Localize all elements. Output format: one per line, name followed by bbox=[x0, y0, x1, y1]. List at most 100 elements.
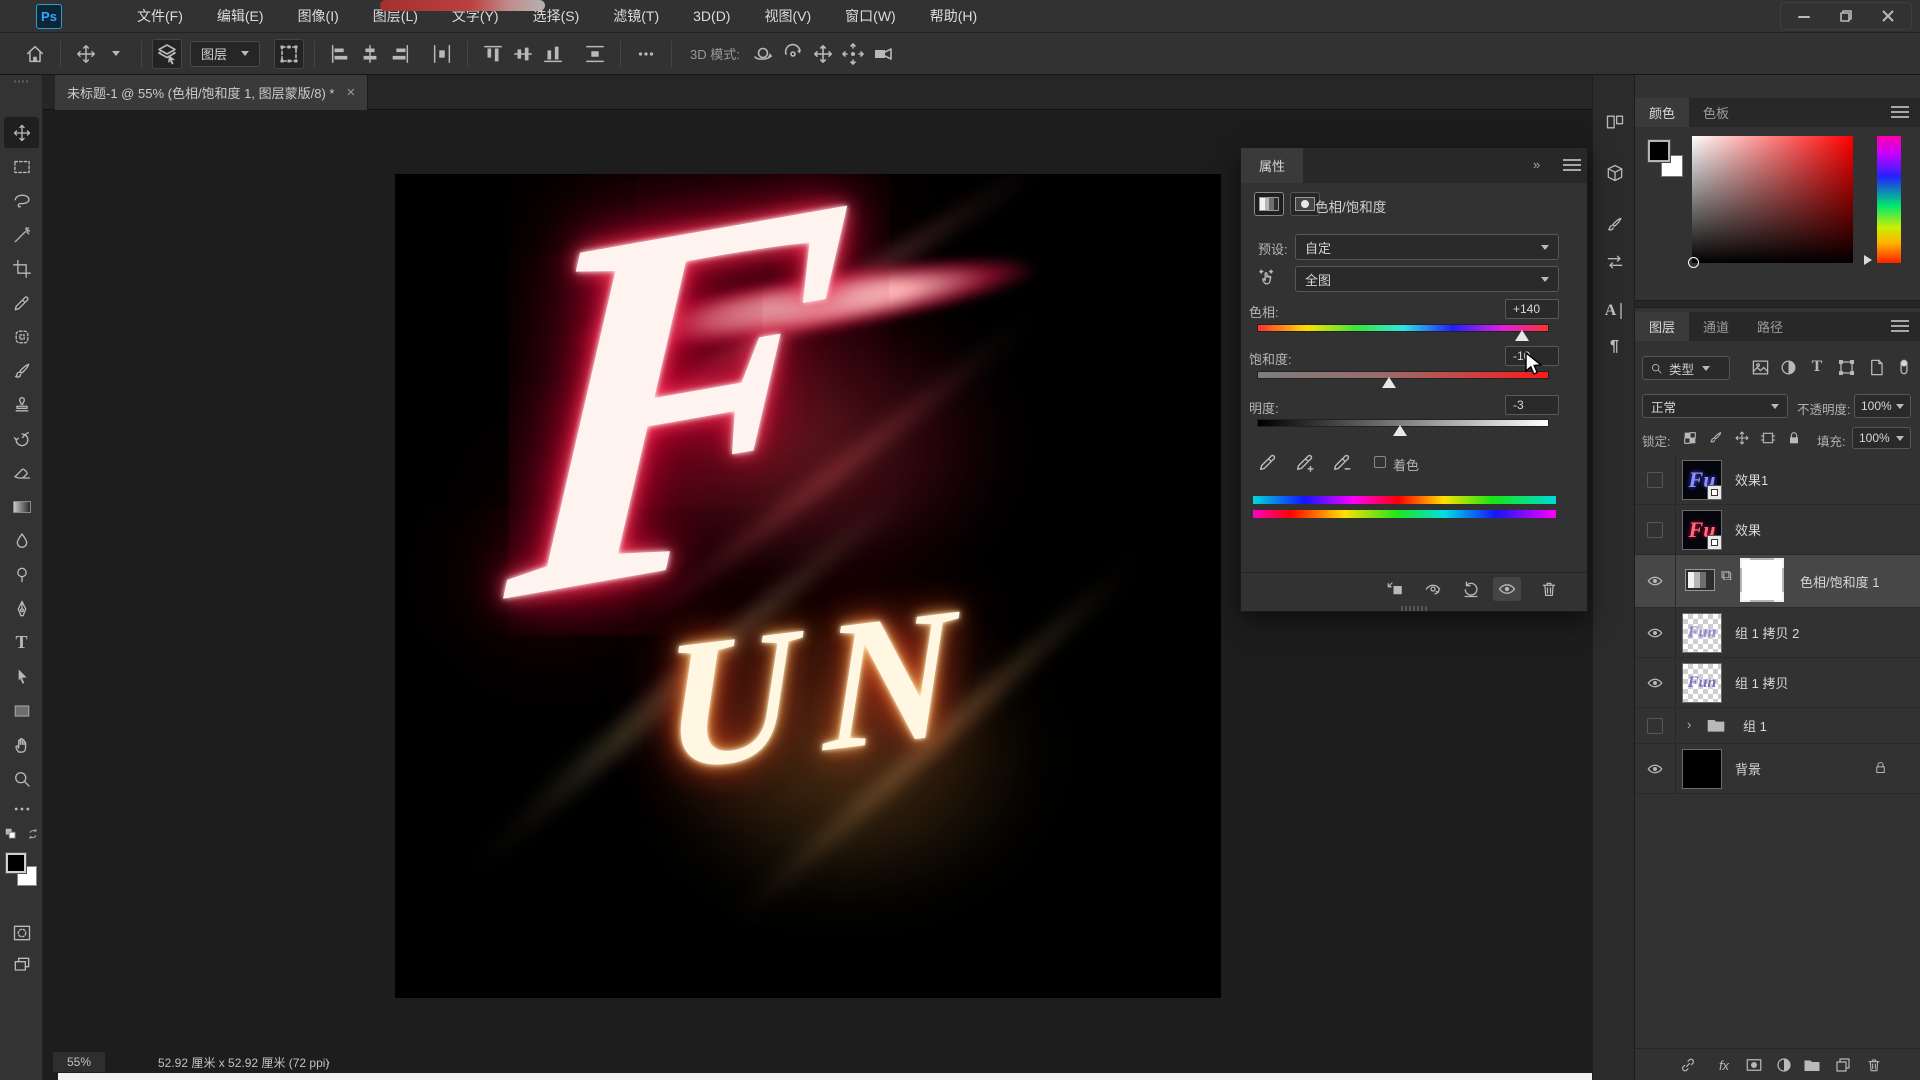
layer-row-group-1[interactable]: › 组 1 bbox=[1635, 708, 1920, 744]
align-top-edges-button[interactable] bbox=[478, 39, 508, 69]
saturation-slider[interactable] bbox=[1257, 371, 1549, 379]
align-right-edges-button[interactable] bbox=[385, 39, 415, 69]
swap-panel-icon[interactable] bbox=[1601, 248, 1628, 275]
quick-mask-mode-button[interactable] bbox=[4, 917, 39, 948]
toolbar-grip[interactable] bbox=[14, 80, 28, 84]
visibility-toggle[interactable] bbox=[1635, 744, 1676, 793]
rectangular-marquee-tool[interactable] bbox=[4, 151, 39, 182]
hand-tool[interactable] bbox=[4, 729, 39, 760]
tab-channels[interactable]: 通道 bbox=[1689, 312, 1743, 341]
visibility-toggle[interactable] bbox=[1635, 658, 1676, 707]
menu-view[interactable]: 视图(V) bbox=[747, 0, 828, 33]
visibility-toggle[interactable] bbox=[1635, 608, 1676, 657]
minimize-button[interactable] bbox=[1787, 5, 1821, 27]
tab-layers[interactable]: 图层 bbox=[1635, 312, 1689, 341]
targeted-adjustment-icon[interactable] bbox=[1257, 267, 1277, 287]
colorize-checkbox[interactable] bbox=[1374, 456, 1386, 468]
libraries-panel-icon[interactable] bbox=[1601, 159, 1628, 186]
menu-edit[interactable]: 编辑(E) bbox=[200, 0, 281, 33]
eraser-tool[interactable] bbox=[4, 457, 39, 488]
collapse-panel-icon[interactable]: » bbox=[1533, 157, 1541, 172]
adjustment-layer-icon[interactable] bbox=[1685, 569, 1715, 591]
group-expand-arrow[interactable]: › bbox=[1687, 717, 1691, 732]
canvas[interactable]: F UN bbox=[395, 174, 1221, 998]
eyedropper-add-button[interactable] bbox=[1294, 451, 1316, 473]
opacity-field[interactable]: 100% bbox=[1854, 394, 1911, 418]
new-group-button[interactable] bbox=[1799, 1054, 1825, 1076]
panel-resize-grip[interactable] bbox=[1401, 606, 1429, 611]
brush-tool[interactable] bbox=[4, 355, 39, 386]
paragraph-panel-icon[interactable]: ¶ bbox=[1601, 333, 1628, 360]
layer-row-effect1[interactable]: Fu 效果1 bbox=[1635, 455, 1920, 505]
auto-select-target-dropdown[interactable]: 图层 bbox=[190, 41, 260, 67]
3d-slide-tool[interactable] bbox=[838, 39, 868, 69]
3d-roll-tool[interactable] bbox=[778, 39, 808, 69]
dodge-tool[interactable] bbox=[4, 559, 39, 590]
hue-ramp[interactable] bbox=[1877, 136, 1901, 263]
layer-row-group-copy-2[interactable]: Fun 组 1 拷贝 2 bbox=[1635, 608, 1920, 658]
layer-filter-dropdown[interactable]: 类型 bbox=[1642, 356, 1730, 380]
lock-position-button[interactable] bbox=[1731, 427, 1753, 449]
foreground-color-swatch[interactable] bbox=[6, 853, 26, 873]
layer-thumbnail[interactable]: Fun bbox=[1682, 613, 1722, 653]
hue-slider-thumb[interactable] bbox=[1515, 330, 1529, 341]
3d-orbit-tool[interactable] bbox=[748, 39, 778, 69]
eyedropper-subtract-button[interactable] bbox=[1331, 451, 1353, 473]
menu-filter[interactable]: 滤镜(T) bbox=[596, 0, 676, 33]
edit-toolbar-button[interactable] bbox=[4, 799, 39, 819]
eyedropper-tool[interactable] bbox=[4, 287, 39, 318]
move-tool[interactable] bbox=[4, 117, 39, 148]
tool-preset-chevron[interactable] bbox=[101, 39, 131, 69]
preset-dropdown[interactable]: 自定 bbox=[1295, 234, 1559, 260]
panel-menu-icon[interactable] bbox=[1563, 159, 1581, 171]
properties-tab[interactable]: 属性 bbox=[1241, 148, 1303, 183]
path-selection-tool[interactable] bbox=[4, 661, 39, 692]
menu-help[interactable]: 帮助(H) bbox=[913, 0, 994, 33]
layer-effects-button[interactable]: fx bbox=[1711, 1054, 1737, 1076]
auto-select-toggle[interactable] bbox=[152, 39, 182, 69]
menu-window[interactable]: 窗口(W) bbox=[828, 0, 913, 33]
color-foreground-swatch[interactable] bbox=[1648, 140, 1670, 162]
align-bottom-edges-button[interactable] bbox=[538, 39, 568, 69]
healing-patch-tool[interactable] bbox=[4, 321, 39, 352]
reset-adjustment-button[interactable] bbox=[1457, 577, 1485, 601]
color-panel-menu-icon[interactable] bbox=[1891, 106, 1909, 118]
saturation-brightness-field[interactable] bbox=[1692, 136, 1853, 263]
menu-image[interactable]: 图像(I) bbox=[281, 0, 356, 33]
lasso-tool[interactable] bbox=[4, 185, 39, 216]
show-transform-controls-toggle[interactable] bbox=[274, 39, 304, 69]
lightness-slider-thumb[interactable] bbox=[1393, 425, 1407, 436]
gradient-tool[interactable] bbox=[4, 491, 39, 522]
fill-field[interactable]: 100% bbox=[1852, 427, 1911, 449]
layer-thumbnail[interactable]: Fu bbox=[1682, 510, 1722, 550]
saturation-slider-thumb[interactable] bbox=[1382, 377, 1396, 388]
artboards-panel-icon[interactable] bbox=[1601, 108, 1628, 135]
visibility-toggle[interactable] bbox=[1635, 555, 1676, 607]
blend-mode-dropdown[interactable]: 正常 bbox=[1642, 394, 1788, 418]
delete-adjustment-button[interactable] bbox=[1535, 577, 1563, 601]
adjustment-properties-button[interactable] bbox=[1254, 192, 1284, 216]
magic-wand-tool[interactable] bbox=[4, 219, 39, 250]
align-vertical-centers-button[interactable] bbox=[508, 39, 538, 69]
layer-thumbnail[interactable]: Fun bbox=[1682, 663, 1722, 703]
align-left-edges-button[interactable] bbox=[325, 39, 355, 69]
restore-button[interactable] bbox=[1829, 5, 1863, 27]
rectangle-shape-tool[interactable] bbox=[4, 695, 39, 726]
layer-row-hue-saturation[interactable]: ⧉ 色相/饱和度 1 bbox=[1635, 555, 1920, 608]
more-options-button[interactable] bbox=[631, 39, 661, 69]
view-previous-state-button[interactable] bbox=[1419, 577, 1447, 601]
clip-to-layer-button[interactable] bbox=[1381, 577, 1409, 601]
add-adjustment-layer-button[interactable] bbox=[1771, 1054, 1797, 1076]
delete-layer-button[interactable] bbox=[1861, 1054, 1887, 1076]
document-tab[interactable]: 未标题-1 @ 55% (色相/饱和度 1, 图层蒙版/8) * × bbox=[55, 75, 368, 110]
layer-visibility-button[interactable] bbox=[1493, 577, 1521, 601]
filter-smart-objects-icon[interactable] bbox=[1863, 356, 1889, 378]
add-layer-mask-button[interactable] bbox=[1741, 1054, 1767, 1076]
tab-paths[interactable]: 路径 bbox=[1743, 312, 1797, 341]
layer-thumbnail[interactable] bbox=[1682, 749, 1722, 789]
zoom-level-field[interactable]: 55% bbox=[53, 1052, 105, 1072]
channel-dropdown[interactable]: 全图 bbox=[1295, 266, 1559, 292]
eyedropper-sample-button[interactable] bbox=[1257, 451, 1279, 473]
swap-colors-icon[interactable] bbox=[26, 827, 40, 841]
hue-value-field[interactable]: +140 bbox=[1505, 299, 1559, 319]
